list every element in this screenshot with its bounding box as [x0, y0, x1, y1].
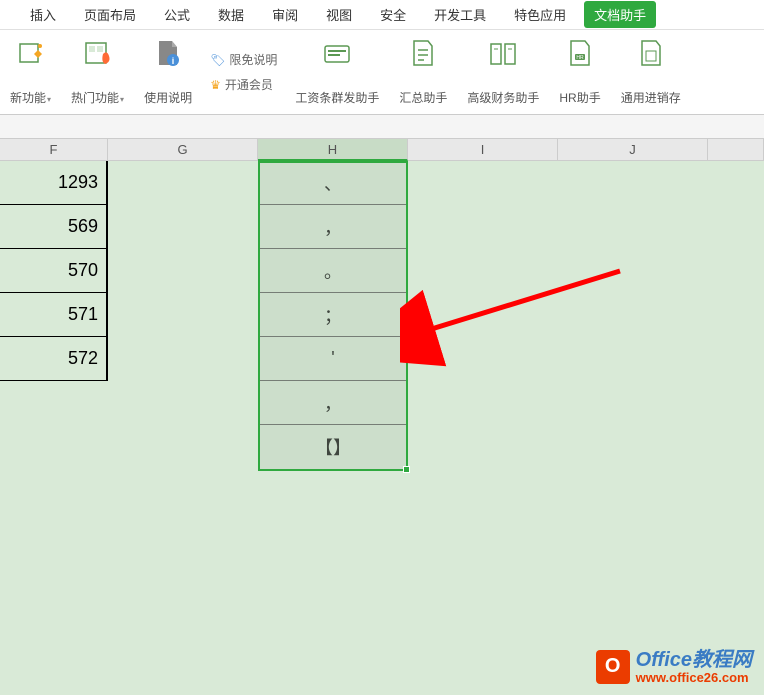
cell[interactable]: 571 [0, 293, 108, 337]
col-header-h[interactable]: H [258, 139, 408, 161]
tab-doc-helper[interactable]: 文档助手 [584, 1, 656, 28]
cell[interactable]: ， [260, 381, 406, 425]
tab-review[interactable]: 审阅 [262, 0, 308, 30]
tool-label: 工资条群发助手 [295, 89, 379, 106]
tool-label: HR助手 [559, 89, 600, 106]
watermark-url: www.office26.com [636, 671, 752, 685]
payroll-icon [321, 38, 353, 70]
cell[interactable]: 。 [260, 249, 406, 293]
chevron-down-icon: ▾ [47, 95, 51, 104]
tool-new-feature[interactable]: 新功能▾ [0, 38, 61, 106]
tool-label: 高级财务助手 [467, 89, 539, 106]
cell[interactable]: 【】 [260, 425, 406, 469]
tab-insert[interactable]: 插入 [20, 0, 66, 30]
tab-data[interactable]: 数据 [208, 0, 254, 30]
tool-label: 热门功能▾ [71, 89, 124, 106]
tool-member-links: 🏷 限免说明 ♛ 开通会员 [202, 38, 285, 106]
tool-finance-helper[interactable]: 高级财务助手 [457, 38, 549, 106]
office-logo-icon: O [596, 650, 630, 684]
tool-inventory-helper[interactable]: 通用进销存 [611, 38, 691, 106]
svg-text:i: i [172, 56, 175, 66]
watermark: O Office教程网 www.office26.com [596, 649, 752, 685]
finance-icon [487, 38, 519, 70]
svg-text:HR: HR [576, 55, 584, 61]
fire-icon [82, 38, 114, 70]
cell[interactable]: ； [260, 293, 406, 337]
tab-formula[interactable]: 公式 [154, 0, 200, 30]
col-header-k[interactable] [708, 139, 764, 161]
cell[interactable]: 572 [0, 337, 108, 381]
watermark-title: Office教程网 [636, 649, 752, 671]
hr-icon: HR [564, 38, 596, 70]
formula-bar[interactable] [0, 115, 764, 139]
inventory-icon [635, 38, 667, 70]
arrow-annotation [400, 261, 640, 381]
tool-hot-feature[interactable]: 热门功能▾ [61, 38, 134, 106]
tab-special[interactable]: 特色应用 [504, 0, 576, 30]
cell[interactable]: 1293 [0, 161, 108, 205]
cell[interactable]: ， [260, 205, 406, 249]
col-header-g[interactable]: G [108, 139, 258, 161]
column-f-data: 1293 569 570 571 572 [0, 161, 108, 381]
tool-label: 通用进销存 [621, 89, 681, 106]
chevron-down-icon: ▾ [120, 95, 124, 104]
crown-icon: ♛ [210, 78, 221, 92]
grid-body[interactable]: 1293 569 570 571 572 、 ， 。 ； ' ， 【】 [0, 161, 764, 695]
tab-page-layout[interactable]: 页面布局 [74, 0, 146, 30]
col-header-f[interactable]: F [0, 139, 108, 161]
tool-label: 汇总助手 [399, 89, 447, 106]
col-header-j[interactable]: J [558, 139, 708, 161]
link-free-info[interactable]: 🏷 限免说明 [210, 51, 277, 68]
cell[interactable]: 、 [260, 161, 406, 205]
ribbon-tabs: 插入 页面布局 公式 数据 审阅 视图 安全 开发工具 特色应用 文档助手 [0, 0, 764, 30]
toolbar: 新功能▾ 热门功能▾ i 使用说明 🏷 限免说明 ♛ 开通会员 工资条群发助手 [0, 30, 764, 115]
summary-icon [407, 38, 439, 70]
col-header-i[interactable]: I [408, 139, 558, 161]
tool-summary-helper[interactable]: 汇总助手 [389, 38, 457, 106]
tab-dev-tools[interactable]: 开发工具 [424, 0, 496, 30]
cell[interactable]: ' [260, 337, 406, 381]
tool-label: 新功能▾ [10, 89, 51, 106]
document-info-icon: i [152, 38, 184, 70]
tool-usage-help[interactable]: i 使用说明 [134, 38, 202, 106]
tab-view[interactable]: 视图 [316, 0, 362, 30]
tab-security[interactable]: 安全 [370, 0, 416, 30]
cell[interactable]: 569 [0, 205, 108, 249]
cell[interactable]: 570 [0, 249, 108, 293]
tool-label: 使用说明 [144, 89, 192, 106]
spreadsheet: F G H I J 1293 569 570 571 572 、 ， 。 ； '… [0, 139, 764, 695]
sparkle-icon [15, 38, 47, 70]
column-headers: F G H I J [0, 139, 764, 161]
link-open-member[interactable]: ♛ 开通会员 [210, 76, 273, 93]
tool-hr-helper[interactable]: HR HR助手 [549, 38, 610, 106]
tag-icon: 🏷 [210, 53, 225, 67]
tool-payroll-helper[interactable]: 工资条群发助手 [285, 38, 389, 106]
